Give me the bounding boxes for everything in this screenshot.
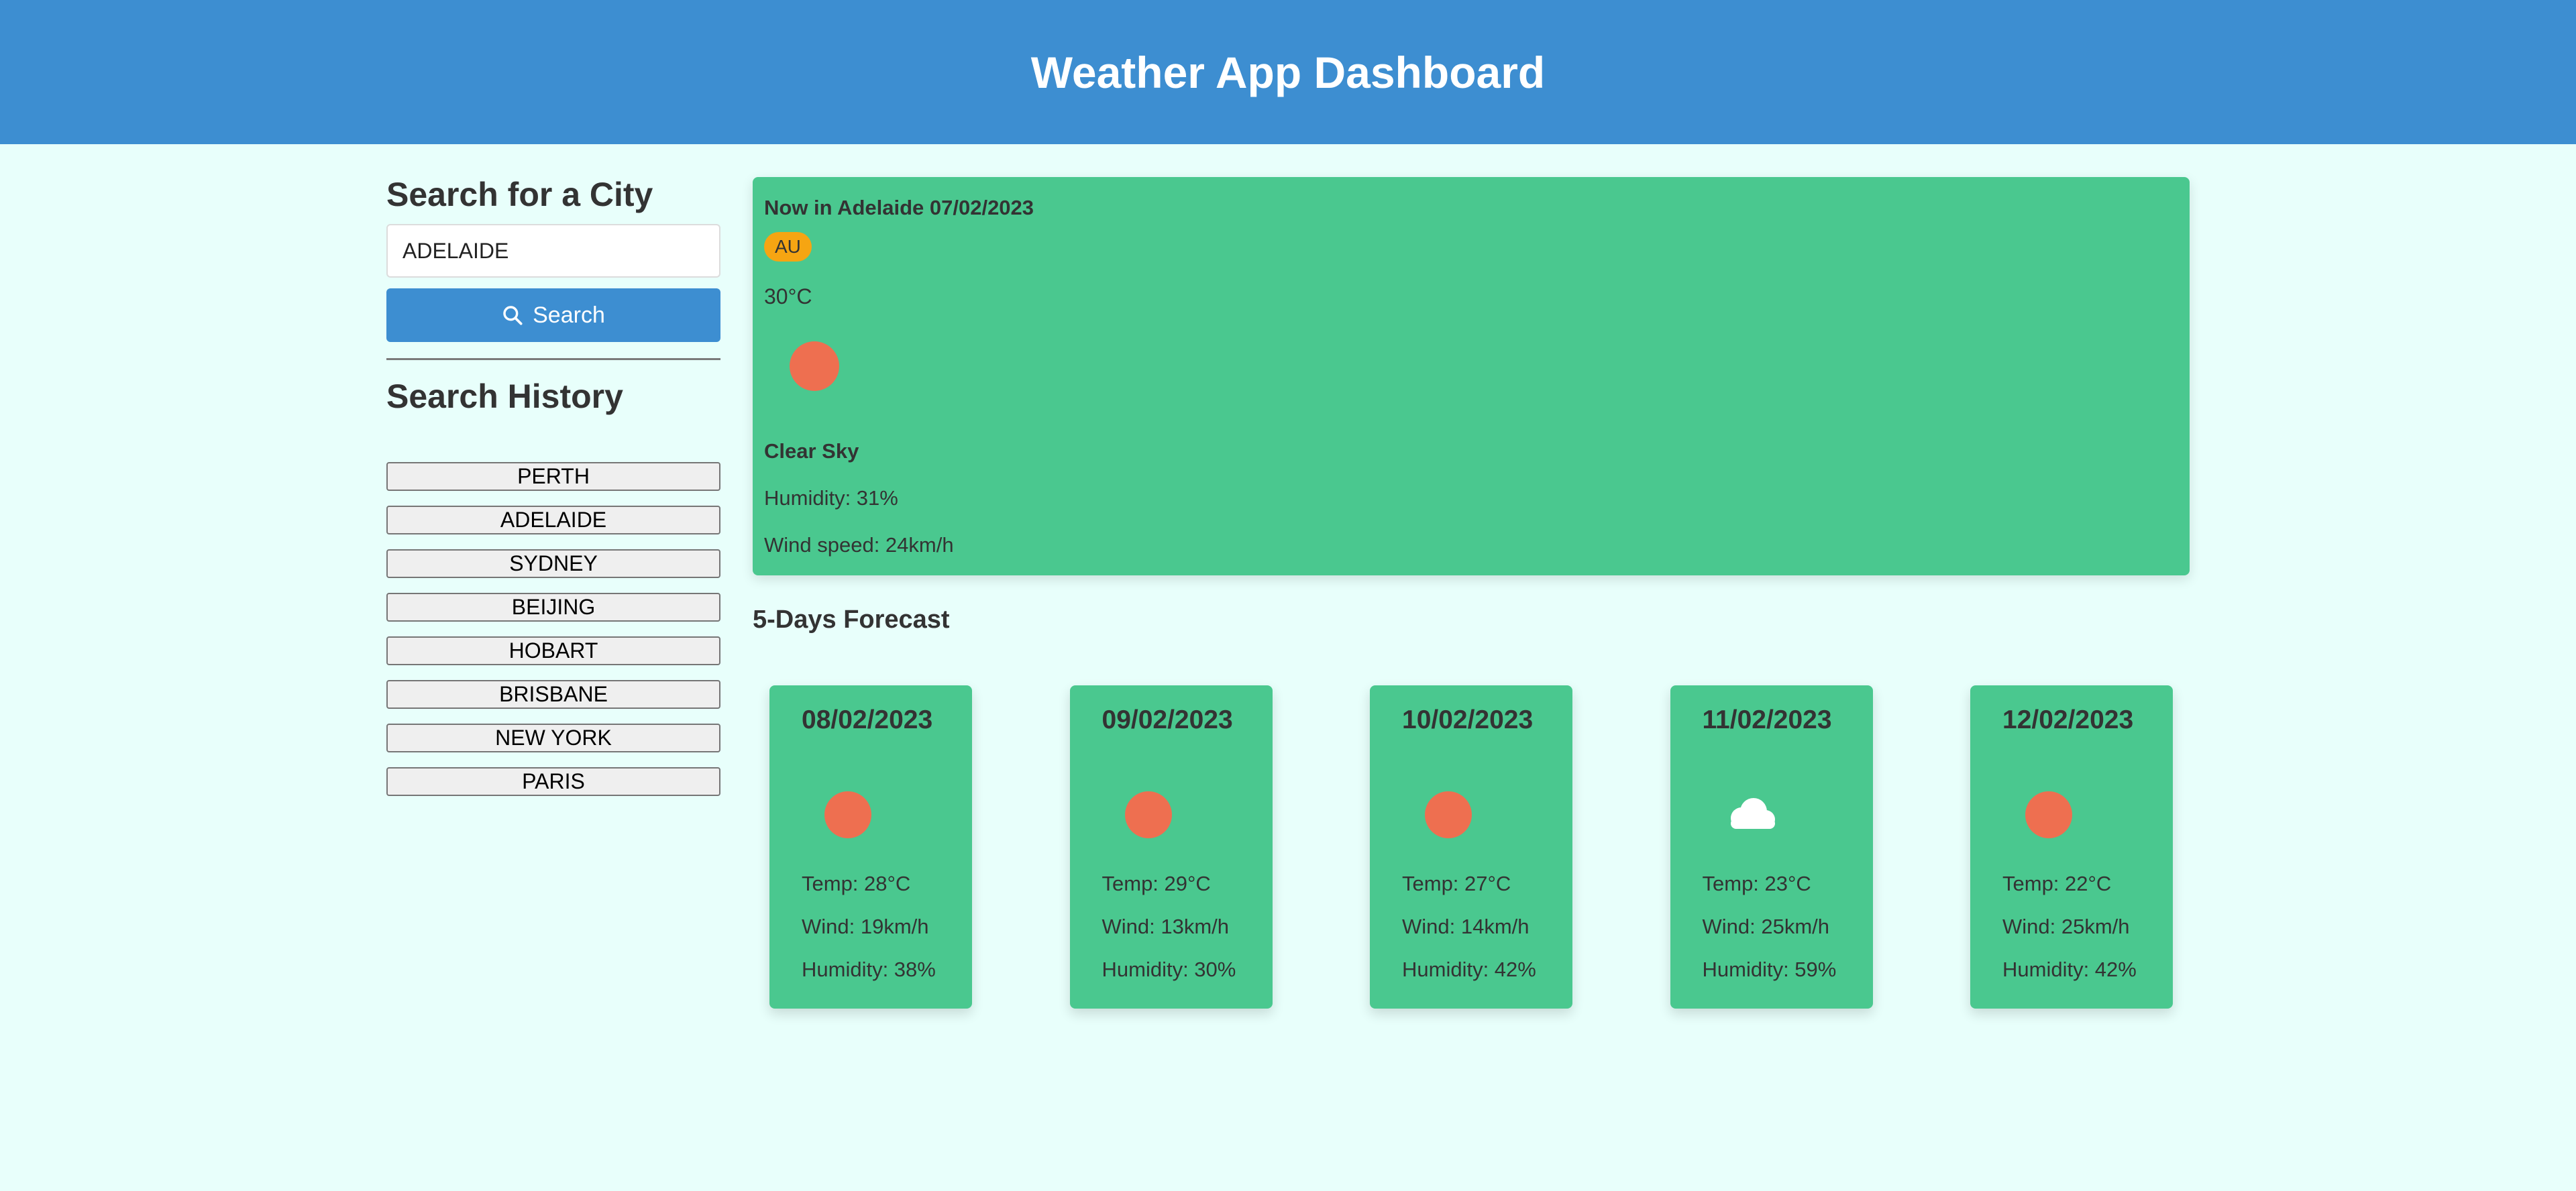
sun-icon bbox=[790, 341, 839, 391]
forecast-humidity: Humidity: 59% bbox=[1702, 958, 1837, 981]
current-description: Clear Sky bbox=[764, 439, 859, 463]
forecast-temp: Temp: 27°C bbox=[1402, 872, 1511, 895]
app-header: Weather App Dashboard bbox=[0, 0, 2576, 144]
history-list: PERTH ADELAIDE SYDNEY BEIJING HOBART BRI… bbox=[386, 462, 720, 796]
history-item-beijing[interactable]: BEIJING bbox=[386, 593, 720, 622]
forecast-temp: Temp: 29°C bbox=[1102, 872, 1211, 895]
history-item-sydney[interactable]: SYDNEY bbox=[386, 549, 720, 578]
history-item-adelaide[interactable]: ADELAIDE bbox=[386, 506, 720, 534]
sun-icon bbox=[1124, 791, 1172, 838]
forecast-wind: Wind: 14km/h bbox=[1402, 915, 1529, 938]
forecast-card: 08/02/2023 Temp: 28°C Wind: 19km/h Humid… bbox=[769, 685, 972, 1009]
forecast-humidity: Humidity: 38% bbox=[802, 958, 936, 981]
forecast-humidity: Humidity: 30% bbox=[1102, 958, 1236, 981]
sidebar: Search for a City Search Search History … bbox=[386, 173, 720, 796]
page-title: Weather App Dashboard bbox=[1030, 47, 1546, 97]
forecast-date: 12/02/2023 bbox=[2002, 705, 2134, 734]
history-item-new-york[interactable]: NEW YORK bbox=[386, 724, 720, 752]
forecast-date: 11/02/2023 bbox=[1702, 705, 1832, 734]
history-item-paris[interactable]: PARIS bbox=[386, 767, 720, 796]
sun-icon bbox=[824, 791, 871, 838]
forecast-humidity: Humidity: 42% bbox=[2002, 958, 2137, 981]
forecast-humidity: Humidity: 42% bbox=[1402, 958, 1536, 981]
forecast-date: 08/02/2023 bbox=[802, 705, 933, 734]
forecast-wind: Wind: 25km/h bbox=[1702, 915, 1830, 938]
country-badge: AU bbox=[764, 232, 812, 262]
history-title: Search History bbox=[386, 378, 623, 415]
forecast-row: 08/02/2023 Temp: 28°C Wind: 19km/h Humid… bbox=[769, 685, 2173, 1009]
search-button[interactable]: Search bbox=[386, 288, 720, 342]
search-button-label: Search bbox=[533, 302, 605, 328]
current-heading: Now in Adelaide 07/02/2023 bbox=[764, 196, 1034, 219]
current-wind: Wind speed: 24km/h bbox=[764, 533, 954, 557]
history-item-brisbane[interactable]: BRISBANE bbox=[386, 680, 720, 709]
sun-icon bbox=[1425, 791, 1472, 838]
cloud-icon bbox=[1730, 798, 1775, 829]
forecast-card: 09/02/2023 Temp: 29°C Wind: 13km/h Humid… bbox=[1069, 685, 1273, 1009]
search-title: Search for a City bbox=[386, 176, 653, 213]
forecast-card: 11/02/2023 Temp: 23°C Wind: 25km/h Humid… bbox=[1670, 685, 1873, 1009]
forecast-temp: Temp: 28°C bbox=[802, 872, 911, 895]
current-temp: 30°C bbox=[764, 284, 812, 308]
forecast-wind: Wind: 13km/h bbox=[1102, 915, 1230, 938]
forecast-wind: Wind: 25km/h bbox=[2002, 915, 2130, 938]
forecast-date: 10/02/2023 bbox=[1402, 705, 1534, 734]
forecast-wind: Wind: 19km/h bbox=[802, 915, 929, 938]
history-item-perth[interactable]: PERTH bbox=[386, 462, 720, 491]
forecast-date: 09/02/2023 bbox=[1102, 705, 1233, 734]
forecast-temp: Temp: 22°C bbox=[2002, 872, 2112, 895]
forecast-temp: Temp: 23°C bbox=[1702, 872, 1811, 895]
forecast-card: 10/02/2023 Temp: 27°C Wind: 14km/h Humid… bbox=[1370, 685, 1572, 1009]
history-item-hobart[interactable]: HOBART bbox=[386, 636, 720, 665]
forecast-card: 12/02/2023 Temp: 22°C Wind: 25km/h Humid… bbox=[1970, 685, 2173, 1009]
divider bbox=[386, 358, 720, 360]
current-humidity: Humidity: 31% bbox=[764, 486, 898, 510]
forecast-title: 5-Days Forecast bbox=[753, 606, 950, 634]
city-search-input[interactable] bbox=[386, 224, 720, 278]
search-icon bbox=[503, 306, 523, 325]
sun-icon bbox=[2025, 791, 2072, 838]
current-weather-card: Now in Adelaide 07/02/2023 AU 30°C Clear… bbox=[753, 177, 2190, 575]
